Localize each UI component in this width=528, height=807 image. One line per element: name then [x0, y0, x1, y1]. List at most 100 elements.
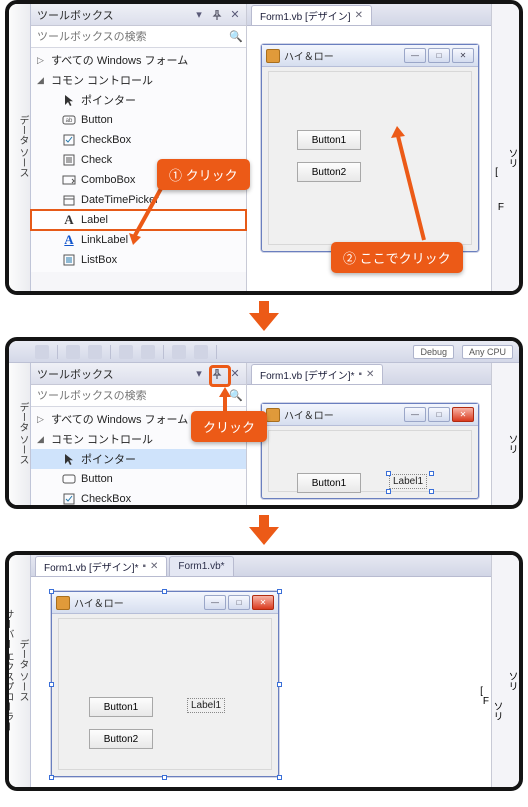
- listbox-icon: [61, 252, 77, 268]
- close-icon[interactable]: ✕: [228, 8, 242, 22]
- toolbar-icon[interactable]: [35, 345, 49, 359]
- toolbar-icon[interactable]: [141, 345, 155, 359]
- toolbox-title: ツールボックス: [37, 366, 114, 382]
- tree-item-pointer[interactable]: ポインター: [31, 449, 246, 469]
- form-button1[interactable]: Button1: [89, 697, 153, 717]
- tree-item-button[interactable]: ab Button: [31, 110, 246, 130]
- collapse-icon: ▷: [37, 414, 47, 425]
- form-body[interactable]: Button1 Button2: [268, 71, 472, 245]
- button-icon: [61, 471, 77, 487]
- pin-icon[interactable]: [210, 8, 224, 22]
- button-icon: ab: [61, 112, 77, 128]
- toolbox-search-input[interactable]: [31, 31, 226, 43]
- checkedlistbox-icon: [61, 152, 77, 168]
- checkbox-icon: [61, 491, 77, 507]
- toolbox-search-row: 🔍: [31, 26, 246, 48]
- right-tab-solution[interactable]: ソリ: [504, 671, 519, 691]
- form-button2[interactable]: Button2: [297, 162, 361, 182]
- tree-item-listbox[interactable]: ListBox: [31, 250, 246, 270]
- minimize-button[interactable]: —: [404, 407, 426, 422]
- close-button[interactable]: ✕: [452, 407, 474, 422]
- form-label1[interactable]: Label1: [187, 698, 225, 713]
- form-title: ハイ＆ロー: [74, 595, 124, 610]
- maximize-button[interactable]: □: [228, 595, 250, 610]
- tab-pin-icon[interactable]: ▪: [142, 561, 146, 572]
- toolbar-icon[interactable]: [194, 345, 208, 359]
- form-button1[interactable]: Button1: [297, 130, 361, 150]
- minimize-button[interactable]: —: [404, 48, 426, 63]
- toolbox-title: ツールボックス: [37, 7, 114, 23]
- sidetab-datasource[interactable]: データ ソース: [15, 639, 30, 702]
- callout-click2: ② ここでクリック: [331, 242, 463, 273]
- callout-click: クリック: [191, 411, 267, 442]
- form-window[interactable]: ハイ＆ロー — □ ✕ Button1 Button2: [261, 44, 479, 252]
- tab-close-icon[interactable]: ✕: [355, 10, 363, 21]
- form-body[interactable]: Button1 Label1: [268, 430, 472, 492]
- toolbox-header: ツールボックス ▾ ✕: [31, 4, 246, 26]
- toolbar-icon[interactable]: [119, 345, 133, 359]
- tab-close-icon[interactable]: ✕: [366, 369, 374, 380]
- maximize-button[interactable]: □: [428, 407, 450, 422]
- close-button[interactable]: ✕: [252, 595, 274, 610]
- toolbar-icon[interactable]: [66, 345, 80, 359]
- tree-group-allforms[interactable]: ▷ すべての Windows フォーム: [31, 50, 246, 70]
- callout-arrow-3: [217, 387, 233, 413]
- tree-item-pointer[interactable]: ポインター: [31, 90, 246, 110]
- callout-arrow-2: [389, 124, 439, 244]
- form-label1[interactable]: Label1: [389, 474, 427, 489]
- combobox-icon: [61, 172, 77, 188]
- cursor-icon: [61, 92, 77, 108]
- toolbar-icon[interactable]: [88, 345, 102, 359]
- form-title: ハイ＆ロー: [284, 407, 334, 422]
- designer-panel: Form1.vb [デザイン]* ▪ ✕ ハイ＆ロー — □ ✕ Button1: [247, 363, 491, 505]
- sidetab-datasource[interactable]: データ ソース: [15, 402, 30, 465]
- maximize-button[interactable]: □: [428, 48, 450, 63]
- right-br: [: [480, 686, 483, 697]
- form-window[interactable]: ハイ＆ロー — □ ✕ Button1 Label1: [261, 403, 479, 499]
- design-surface[interactable]: ハイ＆ロー — □ ✕ Button1 Label1: [247, 385, 491, 505]
- tab-close-icon[interactable]: ✕: [150, 561, 158, 572]
- form-body[interactable]: Button1 Button2 Label1: [58, 618, 272, 770]
- form-titlebar: ハイ＆ロー — □ ✕: [52, 592, 278, 614]
- platform-dropdown[interactable]: Any CPU: [462, 345, 513, 359]
- svg-text:ab: ab: [66, 118, 73, 124]
- search-icon[interactable]: 🔍: [226, 30, 246, 43]
- designer-panel: Form1.vb [デザイン]* ▪ ✕ Form1.vb* ハイ＆ロー: [31, 555, 491, 787]
- tree-group-common[interactable]: ◢ コモン コントロール: [31, 70, 246, 90]
- right-tab-solution[interactable]: ソリ: [504, 434, 519, 454]
- form-icon: [266, 49, 280, 63]
- toolbox-search-input[interactable]: [31, 390, 226, 402]
- form-window[interactable]: ハイ＆ロー — □ ✕ Button1 Button2 Label1: [51, 591, 279, 777]
- right-br: [: [495, 167, 498, 178]
- close-button[interactable]: ✕: [452, 48, 474, 63]
- tab-design[interactable]: Form1.vb [デザイン]* ▪ ✕: [251, 364, 383, 384]
- tab-design[interactable]: Form1.vb [デザイン]* ▪ ✕: [35, 556, 167, 576]
- label-icon: A: [61, 212, 77, 228]
- design-surface[interactable]: ハイ＆ロー — □ ✕ Button1 Button2 Label1: [31, 577, 491, 787]
- tree-item-button[interactable]: Button: [31, 469, 246, 489]
- right-tab-solution[interactable]: ソリ: [504, 148, 519, 168]
- sidetab-datasource[interactable]: データ ソース: [15, 115, 30, 178]
- right-tab-solution2[interactable]: ソリ: [489, 701, 504, 721]
- tree-item-checkbox[interactable]: CheckBox: [31, 489, 246, 509]
- toolbar-icon[interactable]: [172, 345, 186, 359]
- right-edge-panel: ソリ F [: [491, 4, 519, 291]
- dropdown-icon[interactable]: ▾: [192, 367, 206, 381]
- config-dropdown[interactable]: Debug: [413, 345, 454, 359]
- right-edge-panel: ソリ: [491, 363, 519, 505]
- minimize-button[interactable]: —: [204, 595, 226, 610]
- expand-icon: ◢: [37, 434, 47, 445]
- sidetab-server-explorer[interactable]: サーバー エクスプローラー: [5, 609, 15, 732]
- form-button2[interactable]: Button2: [89, 729, 153, 749]
- form-button1[interactable]: Button1: [297, 473, 361, 493]
- toolbox-search-row: 🔍: [31, 385, 246, 407]
- form-icon: [56, 596, 70, 610]
- form-titlebar: ハイ＆ロー — □ ✕: [262, 404, 478, 426]
- form-titlebar: ハイ＆ロー — □ ✕: [262, 45, 478, 67]
- dropdown-icon[interactable]: ▾: [192, 8, 206, 22]
- tab-code[interactable]: Form1.vb*: [169, 556, 233, 576]
- tree-item-checkbox[interactable]: CheckBox: [31, 130, 246, 150]
- expand-icon: ◢: [37, 75, 47, 86]
- tab-design[interactable]: Form1.vb [デザイン] ✕: [251, 5, 372, 25]
- tab-pin-icon[interactable]: ▪: [358, 369, 362, 380]
